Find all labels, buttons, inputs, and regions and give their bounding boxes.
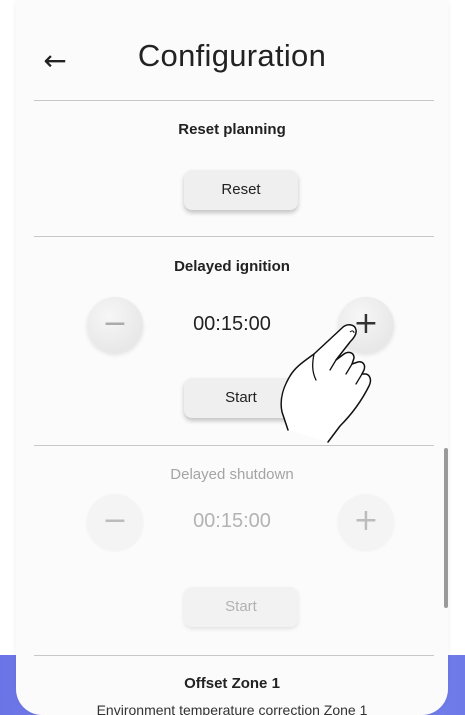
divider [34,100,434,101]
delayed-ignition-title: Delayed ignition [174,258,290,275]
shutdown-increment-button[interactable]: + [338,494,394,550]
delayed-shutdown-title: Delayed shutdown [170,466,294,483]
reset-button[interactable]: Reset [184,170,298,210]
configuration-panel: ← Configuration Reset planning Reset Del… [16,0,448,715]
reset-planning-title: Reset planning [178,121,286,138]
scrollbar[interactable] [444,448,448,608]
offset-zone-1-title: Offset Zone 1 [184,675,280,692]
plus-icon: + [353,503,379,538]
page-title: Configuration [137,38,327,73]
hand-pointer-icon [280,324,372,443]
divider [34,236,434,237]
shutdown-start-button[interactable]: Start [184,587,298,627]
header: ← Configuration [16,0,448,100]
offset-zone-1-description: Environment temperature correction Zone … [96,702,368,715]
divider [34,655,434,656]
